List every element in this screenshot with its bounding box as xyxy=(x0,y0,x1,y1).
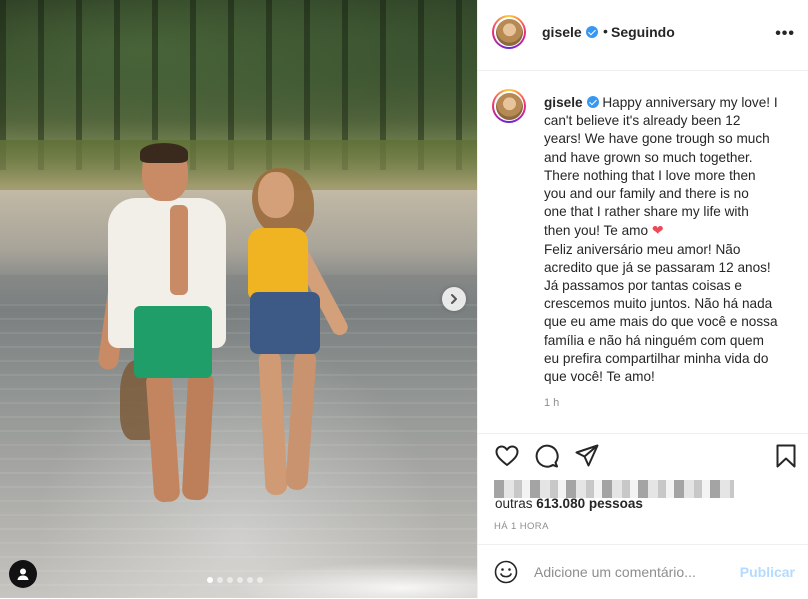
next-arrow-icon xyxy=(451,294,457,304)
tagged-users-button[interactable] xyxy=(9,560,37,588)
caption-line: Feliz aniversário meu amor! Não xyxy=(544,241,806,259)
carousel-next-button[interactable] xyxy=(442,287,466,311)
caption-text: acredito que já se passaram 12 anos! xyxy=(544,259,771,275)
caption-line: and have grown so much together. xyxy=(544,149,806,167)
save-bookmark-icon[interactable] xyxy=(773,443,799,469)
caption-line: que você! Te amo! xyxy=(544,368,806,386)
caption-text: crescemos muito juntos. Não há nada xyxy=(544,296,773,312)
caption-line: família e não há ninguém com quem xyxy=(544,332,806,350)
emoji-icon[interactable] xyxy=(494,560,518,584)
photo-man-hair xyxy=(140,143,188,163)
comment-input[interactable] xyxy=(534,564,734,580)
photo-woman-head xyxy=(258,172,294,218)
caption-avatar[interactable] xyxy=(492,89,526,123)
carousel-dot xyxy=(237,577,243,583)
caption-line: eu prefira compartilhar minha vida do xyxy=(544,350,806,368)
caption-text: eu prefira compartilhar minha vida do xyxy=(544,350,769,366)
post-caption: gisele Happy anniversary my love! Ican't… xyxy=(544,94,806,386)
carousel-dot xyxy=(217,577,223,583)
post-header: gisele • Seguindo ••• xyxy=(478,0,808,71)
caption-line: can't believe it's already been 12 xyxy=(544,112,806,130)
carousel-indicator xyxy=(207,577,263,583)
likes-summary[interactable]: outras 613.080 pessoas xyxy=(495,496,643,511)
comment-bar: Publicar xyxy=(478,544,808,599)
verified-badge-icon xyxy=(586,96,599,108)
caption-text: que você! Te amo! xyxy=(544,369,655,385)
caption-text: and have grown so much together. xyxy=(544,149,753,165)
likes-prefix: outras xyxy=(495,496,537,511)
carousel-dot xyxy=(207,577,213,583)
comment-icon[interactable] xyxy=(534,443,560,469)
caption-text: Happy anniversary my love! I xyxy=(602,95,778,110)
avatar-image xyxy=(495,92,523,120)
caption-username[interactable]: gisele xyxy=(544,95,583,110)
avatar-image xyxy=(495,18,523,46)
carousel-dot xyxy=(227,577,233,583)
actions-divider xyxy=(478,433,808,434)
share-icon[interactable] xyxy=(574,443,600,469)
caption-text: then you! Te amo xyxy=(544,223,649,239)
carousel-dot xyxy=(247,577,253,583)
photo-woman-shorts xyxy=(250,292,320,354)
caption-line: years! We have gone trough so much xyxy=(544,130,806,148)
post-photo[interactable] xyxy=(0,0,477,598)
photo-man-shorts xyxy=(134,306,212,378)
like-heart-icon[interactable] xyxy=(494,443,520,469)
caption-text: que eu ame mais do que você e nossa xyxy=(544,314,778,330)
photo-woman-top xyxy=(248,228,308,300)
caption-text: família e não há ninguém com quem xyxy=(544,332,764,348)
caption-line: crescemos muito juntos. Não há nada xyxy=(544,295,806,313)
avatar[interactable] xyxy=(492,15,526,49)
caption-line: que eu ame mais do que você e nossa xyxy=(544,313,806,331)
likes-count: 613.080 xyxy=(536,496,586,511)
caption-text: can't believe it's already been 12 xyxy=(544,113,741,129)
red-heart-emoji: ❤ xyxy=(651,222,664,239)
caption-line: Já passamos por tantas coisas e xyxy=(544,277,806,295)
caption-line: gisele Happy anniversary my love! I xyxy=(544,94,806,112)
caption-text: Já passamos por tantas coisas e xyxy=(544,278,742,294)
tag-user-icon xyxy=(17,568,29,580)
more-options-icon[interactable]: ••• xyxy=(775,25,795,43)
caption-text: There nothing that I love more then xyxy=(544,167,756,183)
publish-button[interactable]: Publicar xyxy=(740,564,795,580)
header-username[interactable]: gisele xyxy=(542,24,598,40)
caption-line: one that I rather share my life with xyxy=(544,203,806,221)
caption-line: then you! Te amo ❤ xyxy=(544,221,806,240)
caption-text: you and our family and there is no xyxy=(544,186,749,202)
likes-suffix: pessoas xyxy=(585,496,643,511)
caption-line: There nothing that I love more then xyxy=(544,167,806,185)
post-sidebar: gisele • Seguindo ••• gisele Happy anniv… xyxy=(477,0,808,598)
header-separator: • xyxy=(603,23,608,39)
photo-sand xyxy=(0,190,477,275)
photo-water xyxy=(0,300,477,598)
carousel-dot xyxy=(257,577,263,583)
post-date: HÁ 1 HORA xyxy=(494,521,549,532)
caption-text: years! We have gone trough so much xyxy=(544,131,770,147)
caption-text: Feliz aniversário meu amor! Não xyxy=(544,241,741,257)
caption-line: you and our family and there is no xyxy=(544,185,806,203)
following-button[interactable]: Seguindo xyxy=(611,24,675,40)
caption-line: acredito que já se passaram 12 anos! xyxy=(544,259,806,277)
caption-timestamp: 1 h xyxy=(544,397,560,409)
caption-text: one that I rather share my life with xyxy=(544,204,749,220)
verified-badge-icon xyxy=(585,26,598,38)
photo-man-chest xyxy=(170,205,188,295)
